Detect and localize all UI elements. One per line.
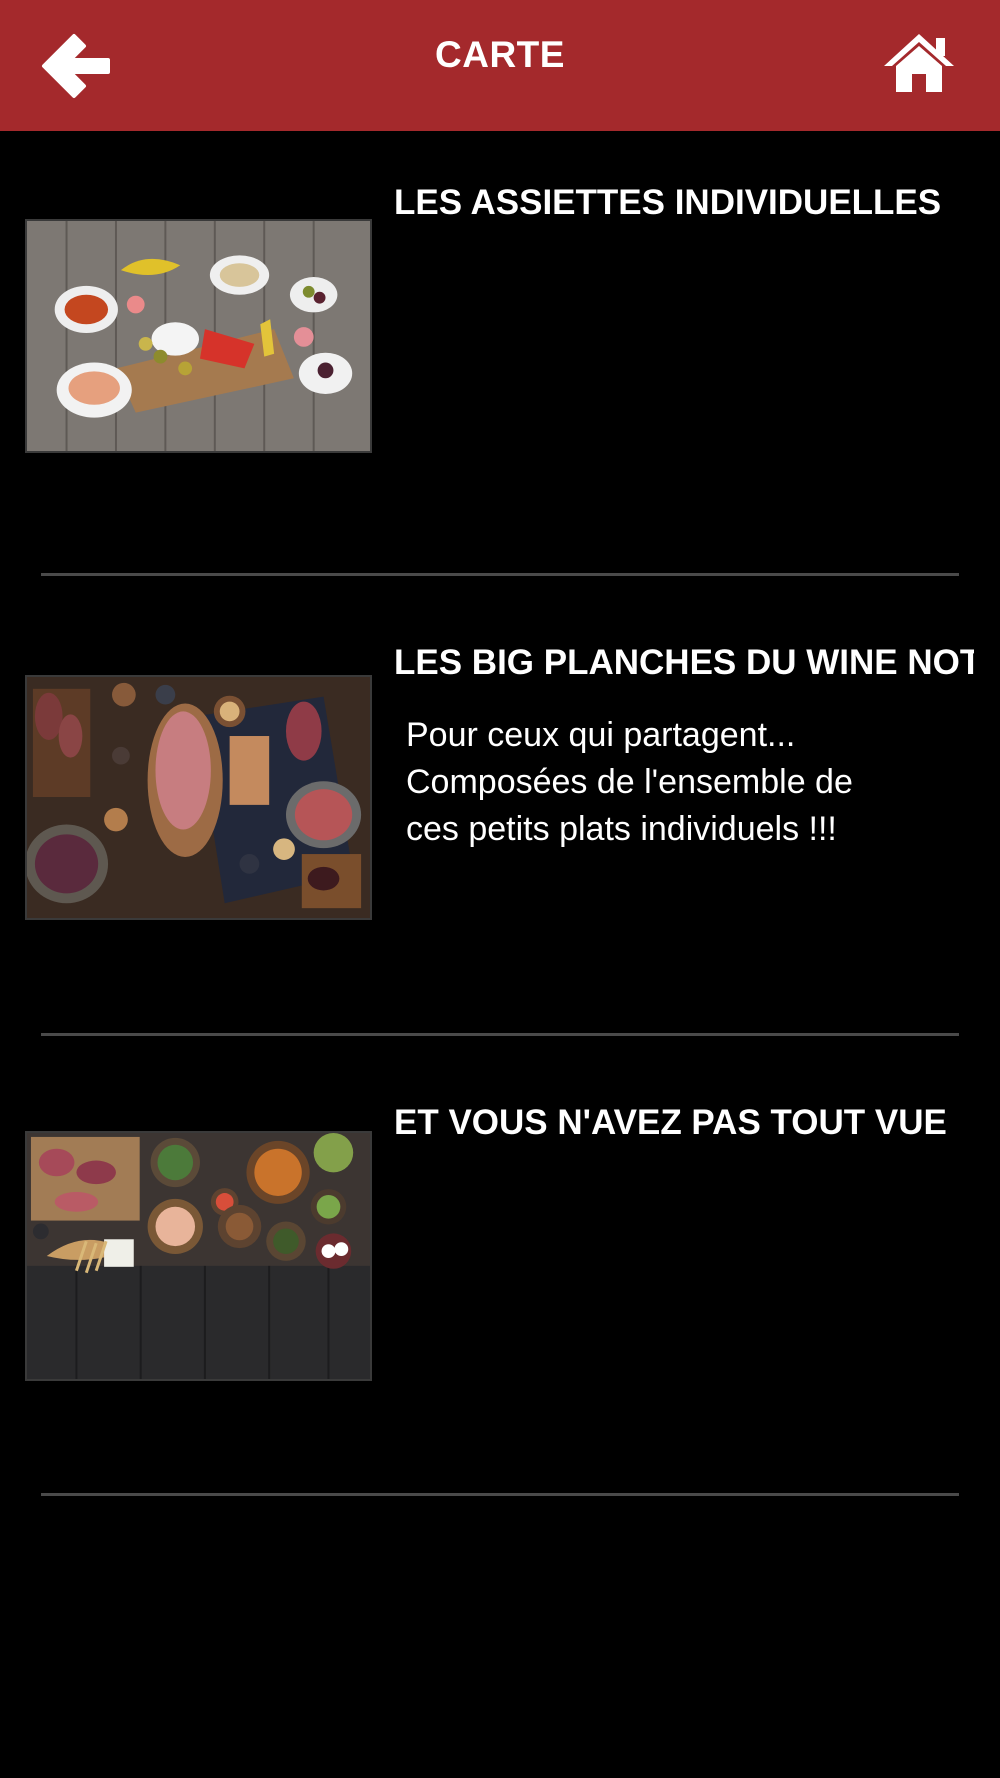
home-button[interactable] bbox=[882, 30, 956, 96]
menu-item-description: Pour ceux qui partagent... Composées de … bbox=[406, 712, 946, 853]
menu-item-title: LES BIG PLANCHES DU WINE NOT bbox=[394, 643, 974, 682]
menu-item[interactable]: LES BIG PLANCHES DU WINE NOT Pour ceux q… bbox=[0, 591, 1000, 1051]
home-icon bbox=[884, 34, 954, 92]
page-title: CARTE bbox=[435, 34, 565, 75]
description-line: Pour ceux qui partagent... bbox=[406, 716, 796, 754]
menu-item[interactable]: LES ASSIETTES INDIVIDUELLES bbox=[0, 131, 1000, 591]
divider bbox=[41, 1033, 959, 1036]
top-navigation-bar: CARTE bbox=[0, 0, 1000, 131]
description-line: Composées de l'ensemble de bbox=[406, 763, 853, 801]
description-line: ces petits plats individuels !!! bbox=[406, 810, 837, 848]
charcuterie-board-image bbox=[25, 675, 372, 920]
menu-item-title: ET VOUS N'AVEZ PAS TOUT VUE bbox=[394, 1103, 947, 1142]
menu-item-title: LES ASSIETTES INDIVIDUELLES bbox=[394, 183, 942, 222]
divider bbox=[41, 573, 959, 576]
divider bbox=[41, 1493, 959, 1496]
table-spread-image bbox=[25, 1131, 372, 1381]
food-platter-image bbox=[25, 219, 372, 453]
menu-item[interactable]: ET VOUS N'AVEZ PAS TOUT VUE bbox=[0, 1051, 1000, 1511]
